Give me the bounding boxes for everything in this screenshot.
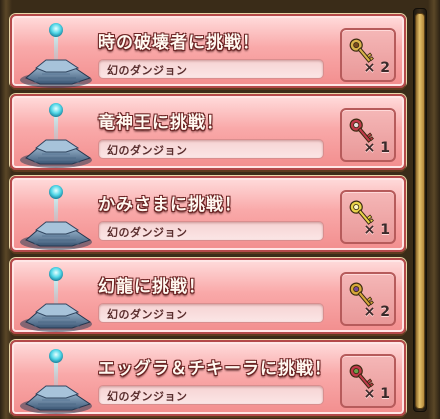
key-count-box: × 2 (340, 28, 396, 82)
dungeon-subtitle: 幻のダンジョン (107, 390, 188, 403)
key-count-box: × 2 (340, 272, 396, 326)
pyramid-icon (20, 185, 92, 250)
dungeon-list: 時の破壊者に挑戦！ 幻のダンジョン × 2 竜神王に挑戦！ 幻のダンジョン × … (10, 8, 406, 419)
dungeon-title: エッグラ＆チキーラに挑戦！ (98, 359, 332, 379)
key-count: × 1 (363, 222, 390, 238)
dungeon-card[interactable]: エッグラ＆チキーラに挑戦！ 幻のダンジョン × 1 (10, 340, 406, 416)
subtitle-bar: 幻のダンジョン (98, 385, 324, 405)
dungeon-subtitle: 幻のダンジョン (107, 226, 188, 239)
dungeon-card[interactable]: かみさまに挑戦！ 幻のダンジョン × 1 (10, 176, 406, 252)
dungeon-title: かみさまに挑戦！ (98, 195, 242, 215)
dungeon-subtitle: 幻のダンジョン (107, 144, 188, 157)
key-count: × 1 (363, 386, 390, 402)
dungeon-title: 幻龍に挑戦！ (98, 277, 206, 297)
scrollbar[interactable] (413, 8, 427, 412)
key-count-box: × 1 (340, 354, 396, 408)
subtitle-bar: 幻のダンジョン (98, 139, 324, 159)
key-count-box: × 1 (340, 108, 396, 162)
subtitle-bar: 幻のダンジョン (98, 303, 324, 323)
key-count: × 2 (363, 60, 390, 76)
subtitle-bar: 幻のダンジョン (98, 59, 324, 79)
dungeon-card[interactable]: 時の破壊者に挑戦！ 幻のダンジョン × 2 (10, 14, 406, 88)
scrollbar-thumb[interactable] (415, 13, 425, 409)
pyramid-icon (20, 103, 92, 168)
dungeon-title: 時の破壊者に挑戦！ (98, 33, 260, 53)
pyramid-icon (20, 349, 92, 414)
key-count: × 2 (363, 304, 390, 320)
dungeon-card[interactable]: 幻龍に挑戦！ 幻のダンジョン × 2 (10, 258, 406, 334)
subtitle-bar: 幻のダンジョン (98, 221, 324, 241)
dungeon-subtitle: 幻のダンジョン (107, 64, 188, 77)
dungeon-title: 竜神王に挑戦！ (98, 113, 224, 133)
key-count: × 1 (363, 140, 390, 156)
pyramid-icon (20, 267, 92, 332)
dungeon-card[interactable]: 竜神王に挑戦！ 幻のダンジョン × 1 (10, 94, 406, 170)
dungeon-subtitle: 幻のダンジョン (107, 308, 188, 321)
pyramid-icon (20, 23, 92, 88)
key-count-box: × 1 (340, 190, 396, 244)
